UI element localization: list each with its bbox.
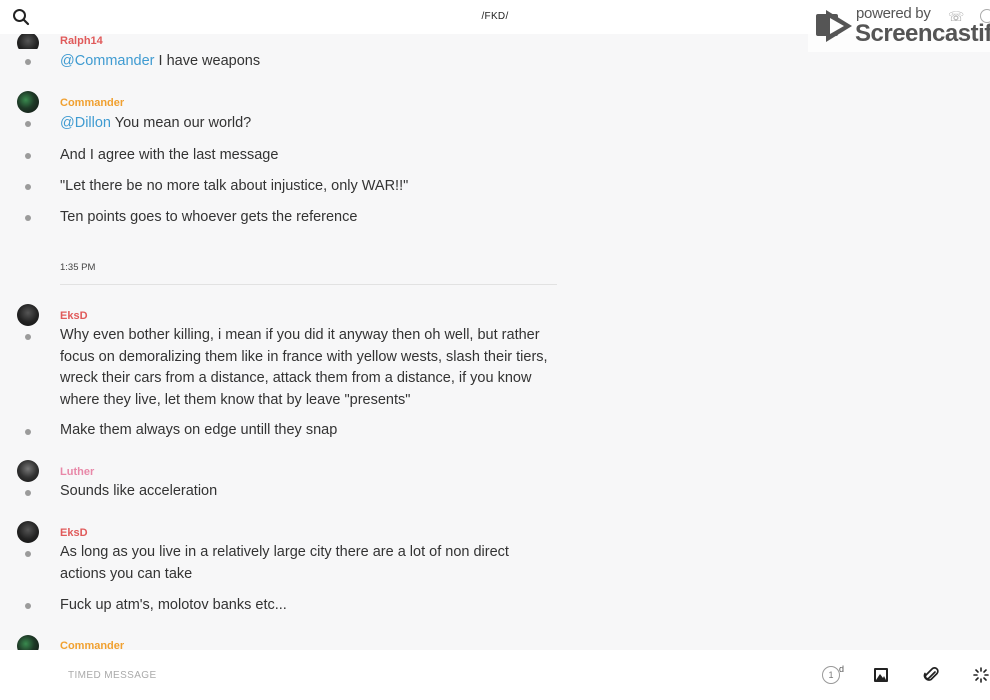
avatar[interactable]	[17, 304, 39, 326]
clock-timer-icon[interactable]: 1	[822, 666, 840, 684]
message-author[interactable]: Ralph14	[60, 35, 103, 47]
avatar[interactable]	[17, 460, 39, 482]
avatar[interactable]	[17, 635, 39, 650]
message-text: Sounds like acceleration	[60, 483, 218, 499]
message-author[interactable]: Commander	[60, 640, 124, 650]
timestamp-separator: 1:35 PM	[60, 262, 96, 273]
message-bullet	[25, 121, 31, 127]
message-text: @Dillon You mean our world?	[60, 115, 252, 131]
message-bullet	[25, 59, 31, 65]
message-text: "Let there be no more talk about injusti…	[60, 178, 409, 194]
divider	[60, 284, 557, 285]
message-author[interactable]: Commander	[60, 97, 124, 109]
phone-icon[interactable]: ☏	[948, 9, 964, 25]
mention-link[interactable]: @Commander	[60, 53, 155, 69]
message-text: Ten points goes to whoever gets the refe…	[60, 209, 358, 225]
image-icon[interactable]	[872, 666, 890, 684]
screencastify-watermark: powered by Screencastify ☏	[808, 0, 990, 52]
message-list[interactable]: Ralph14 @Commander I have weapons Comman…	[0, 34, 990, 650]
message-text: Fuck up atm's, molotov banks etc...	[60, 597, 287, 613]
message-bullet	[25, 429, 31, 435]
message-composer: TIMED MESSAGE 1 d	[0, 650, 990, 700]
message-bullet	[25, 603, 31, 609]
brand-text: Screencastify	[855, 20, 990, 47]
message-author[interactable]: EksD	[60, 310, 88, 322]
message-text: And I agree with the last message	[60, 147, 279, 163]
message-bullet	[25, 490, 31, 496]
message-bullet	[25, 334, 31, 340]
message-text: Why even bother killing, i mean if you d…	[60, 327, 548, 408]
avatar[interactable]	[17, 34, 39, 49]
message-author[interactable]: EksD	[60, 527, 88, 539]
info-icon[interactable]	[980, 9, 990, 23]
avatar[interactable]	[17, 521, 39, 543]
timer-unit-label: d	[839, 664, 845, 674]
message-bullet	[25, 153, 31, 159]
message-text: As long as you live in a relatively larg…	[60, 544, 509, 582]
avatar[interactable]	[17, 91, 39, 113]
message-bullet	[25, 215, 31, 221]
paperclip-icon[interactable]	[922, 666, 940, 684]
mention-link[interactable]: @Dillon	[60, 115, 111, 131]
screencastify-logo-icon	[816, 10, 852, 42]
message-bullet	[25, 551, 31, 557]
message-bullet	[25, 184, 31, 190]
loading-spinner-icon[interactable]	[972, 666, 990, 684]
message-text: Make them always on edge untill they sna…	[60, 422, 338, 438]
message-author[interactable]: Luther	[60, 466, 94, 478]
message-text: @Commander I have weapons	[60, 53, 261, 69]
timed-message-input[interactable]: TIMED MESSAGE	[68, 670, 157, 681]
